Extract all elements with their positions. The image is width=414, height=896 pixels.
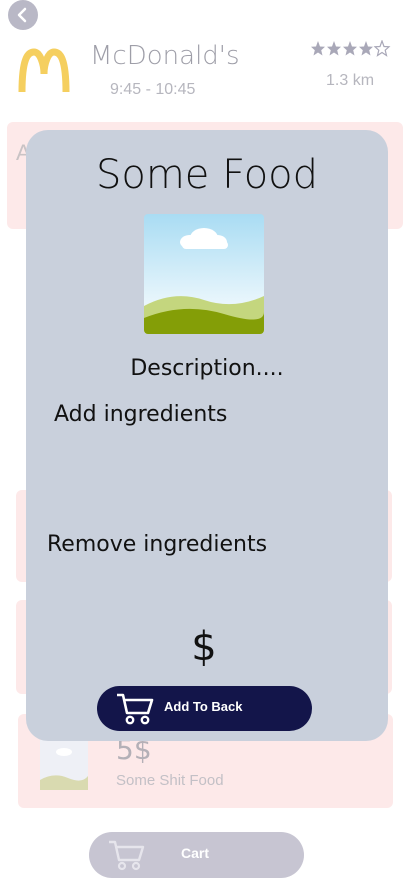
cart-button-label: Cart bbox=[181, 845, 210, 861]
restaurant-hours: 9:45 - 10:45 bbox=[110, 81, 196, 98]
star-icon bbox=[359, 41, 373, 56]
food-total-price: $ bbox=[191, 624, 217, 670]
rating-stars bbox=[311, 40, 391, 57]
cart-icon bbox=[109, 840, 145, 871]
star-outline-icon bbox=[373, 40, 391, 57]
cart-icon bbox=[117, 693, 154, 725]
food-image-placeholder bbox=[144, 214, 264, 334]
food-description: Description.... bbox=[130, 356, 284, 381]
cart-button[interactable]: Cart bbox=[89, 832, 304, 878]
modal-title: Some Food bbox=[95, 152, 319, 198]
mcdonalds-logo bbox=[18, 48, 70, 93]
star-icon bbox=[343, 41, 357, 56]
star-icon bbox=[327, 41, 341, 56]
remove-ingredients-section: Remove ingredients bbox=[47, 532, 268, 557]
food-detail-modal: Some Food Description.... Add ingredient… bbox=[26, 130, 388, 741]
food-thumbnail bbox=[40, 740, 88, 790]
distance: 1.3 km bbox=[326, 72, 375, 89]
restaurant-name: McDonald's bbox=[90, 41, 240, 71]
add-to-basket-button[interactable]: Add To Back bbox=[97, 686, 312, 731]
add-to-basket-label: Add To Back bbox=[164, 699, 243, 714]
back-button[interactable] bbox=[8, 0, 38, 30]
star-icon bbox=[311, 41, 325, 56]
food-name: Some Shit Food bbox=[116, 772, 224, 789]
chevron-left-icon bbox=[17, 7, 27, 23]
add-ingredients-section: Add ingredients bbox=[54, 402, 228, 427]
